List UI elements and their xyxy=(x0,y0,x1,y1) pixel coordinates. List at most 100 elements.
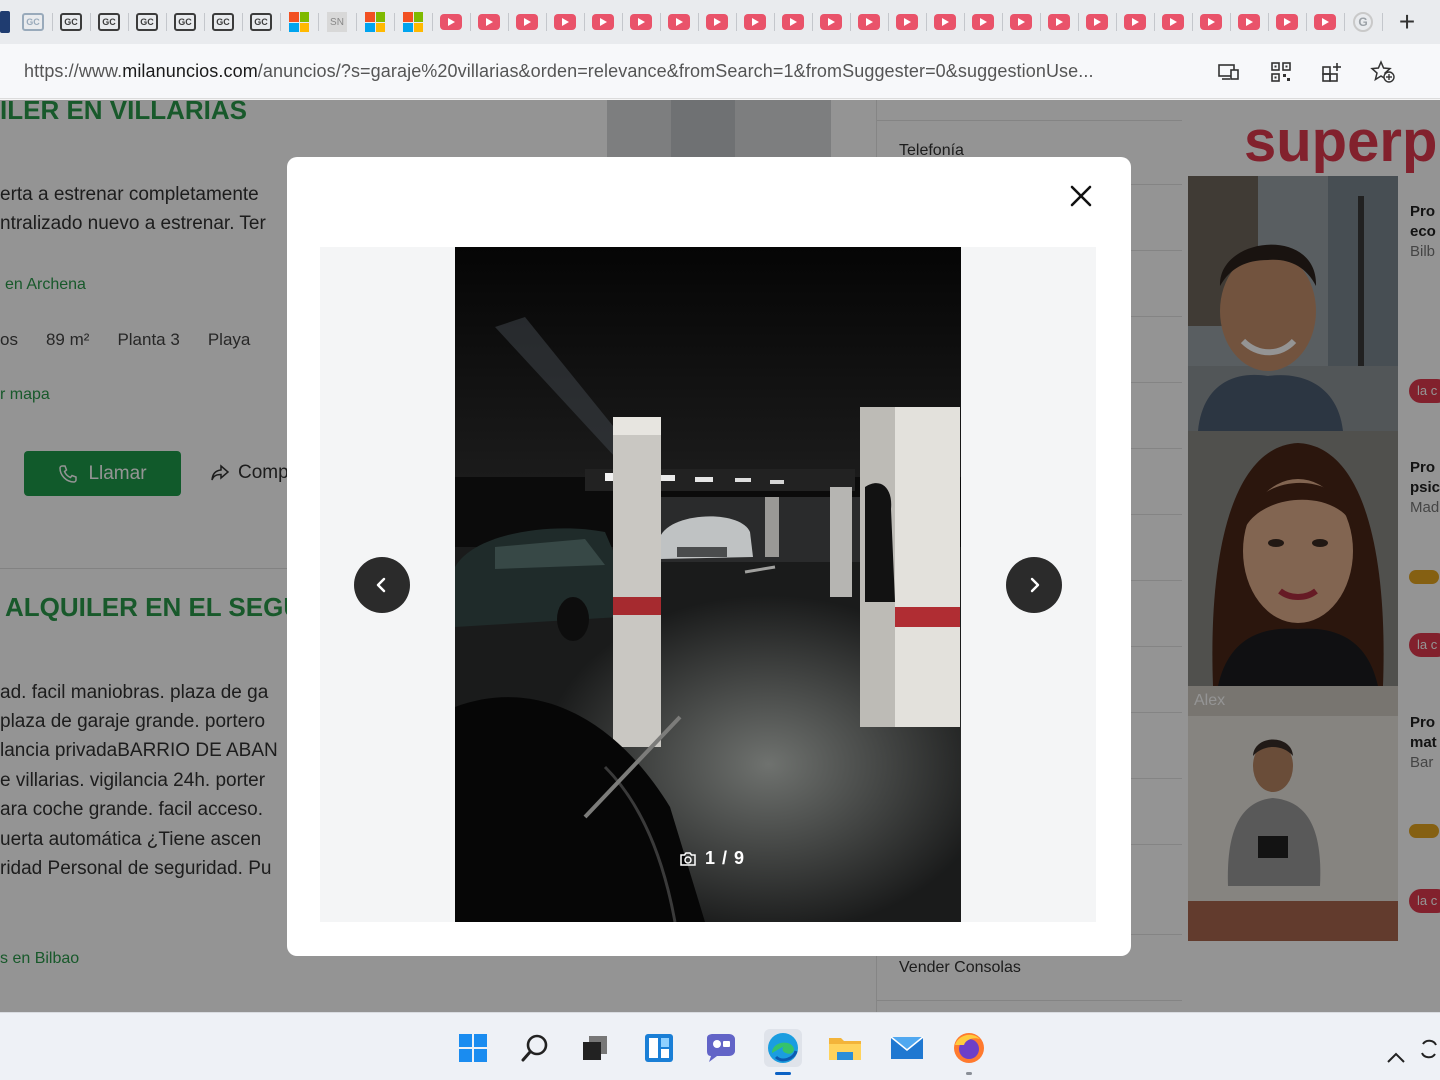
url-host: milanuncios.com xyxy=(122,61,258,81)
youtube-icon xyxy=(782,14,804,30)
browser-tab[interactable]: GC xyxy=(130,5,167,39)
youtube-icon xyxy=(820,14,842,30)
youtube-icon xyxy=(706,14,728,30)
browser-tab[interactable] xyxy=(0,5,10,39)
browser-tab[interactable] xyxy=(510,5,547,39)
edge-icon[interactable] xyxy=(764,1029,802,1075)
browser-tab[interactable] xyxy=(358,5,395,39)
browser-tab[interactable] xyxy=(1004,5,1041,39)
youtube-icon xyxy=(478,14,500,30)
browser-tab[interactable] xyxy=(890,5,927,39)
url-prefix: https://www. xyxy=(24,61,123,81)
browser-tab[interactable] xyxy=(472,5,509,39)
task-view-icon[interactable] xyxy=(576,1029,614,1067)
chevron-up-icon[interactable] xyxy=(1386,1047,1406,1070)
youtube-icon xyxy=(592,14,614,30)
qr-code-icon[interactable] xyxy=(1268,59,1294,85)
browser-address-bar: https://www.milanuncios.com/anuncios/?s=… xyxy=(0,44,1440,99)
gc-icon: GC xyxy=(136,13,158,31)
browser-tab[interactable] xyxy=(738,5,775,39)
browser-tab[interactable] xyxy=(1194,5,1231,39)
sn-icon: SN xyxy=(327,12,347,32)
google-icon: G xyxy=(1353,12,1373,32)
youtube-icon xyxy=(630,14,652,30)
browser-tab[interactable] xyxy=(434,5,471,39)
windows-start-icon[interactable] xyxy=(454,1029,492,1067)
youtube-icon xyxy=(516,14,538,30)
youtube-icon xyxy=(1238,14,1260,30)
browser-tab[interactable] xyxy=(1232,5,1269,39)
sync-icon[interactable] xyxy=(1418,1037,1440,1066)
gc-icon: GC xyxy=(98,13,120,31)
youtube-icon xyxy=(1276,14,1298,30)
browser-tab[interactable] xyxy=(1270,5,1307,39)
browser-tab[interactable]: GC xyxy=(168,5,205,39)
browser-tab[interactable]: GC xyxy=(16,5,53,39)
browser-tab[interactable] xyxy=(814,5,851,39)
browser-tab[interactable] xyxy=(966,5,1003,39)
new-tab-button[interactable]: + xyxy=(1390,5,1424,39)
youtube-icon xyxy=(554,14,576,30)
favorites-add-icon[interactable] xyxy=(1370,59,1396,85)
browser-tab[interactable]: GC xyxy=(92,5,129,39)
chat-icon[interactable] xyxy=(701,1029,739,1067)
gc-icon: GC xyxy=(60,13,82,31)
apps-add-icon[interactable] xyxy=(1319,59,1345,85)
browser-tab-strip: GC GC GC GC GC GC GC SN G + xyxy=(0,0,1440,44)
immersive-reader-icon[interactable] xyxy=(1216,59,1242,85)
firefox-icon[interactable] xyxy=(950,1029,988,1075)
browser-tab[interactable] xyxy=(1042,5,1079,39)
previous-photo-button[interactable] xyxy=(354,557,410,613)
generic-dark-icon xyxy=(0,11,10,33)
gc-icon: GC xyxy=(174,13,196,31)
browser-tab[interactable] xyxy=(586,5,623,39)
browser-tab[interactable] xyxy=(624,5,661,39)
close-button[interactable] xyxy=(1066,181,1096,211)
browser-tab[interactable]: G xyxy=(1346,5,1383,39)
chevron-left-icon xyxy=(376,577,386,593)
browser-tab[interactable] xyxy=(776,5,813,39)
youtube-icon xyxy=(858,14,880,30)
gc-icon: GC xyxy=(22,13,44,31)
browser-tab[interactable] xyxy=(548,5,585,39)
close-icon xyxy=(1070,185,1092,207)
youtube-icon xyxy=(1048,14,1070,30)
youtube-icon xyxy=(668,14,690,30)
file-explorer-icon[interactable] xyxy=(826,1029,864,1067)
browser-tab[interactable] xyxy=(282,5,319,39)
gallery-photo[interactable]: 1 / 9 xyxy=(455,247,961,922)
youtube-icon xyxy=(1314,14,1336,30)
gallery-viewport: 1 / 9 xyxy=(320,247,1096,922)
browser-tab[interactable]: GC xyxy=(206,5,243,39)
youtube-icon xyxy=(1200,14,1222,30)
next-photo-button[interactable] xyxy=(1006,557,1062,613)
running-app-indicator xyxy=(966,1072,972,1075)
windows-taskbar xyxy=(0,1012,1440,1080)
browser-tab[interactable] xyxy=(1080,5,1117,39)
browser-tab[interactable] xyxy=(1308,5,1345,39)
photo-gallery-modal: 1 / 9 xyxy=(287,157,1131,956)
browser-tab[interactable] xyxy=(1118,5,1155,39)
photo-counter-text: 1 / 9 xyxy=(705,848,746,868)
url-path: /anuncios/?s=garaje%20villarias&orden=re… xyxy=(257,61,1094,81)
widgets-icon[interactable] xyxy=(640,1029,678,1067)
youtube-icon xyxy=(934,14,956,30)
browser-tab[interactable]: GC xyxy=(244,5,281,39)
youtube-icon xyxy=(972,14,994,30)
youtube-icon xyxy=(440,14,462,30)
browser-tab[interactable]: GC xyxy=(54,5,91,39)
url-field[interactable]: https://www.milanuncios.com/anuncios/?s=… xyxy=(24,61,1094,82)
browser-tab[interactable] xyxy=(662,5,699,39)
browser-tab[interactable]: SN xyxy=(320,5,357,39)
gc-icon: GC xyxy=(250,13,272,31)
browser-tab[interactable] xyxy=(852,5,889,39)
browser-tab[interactable] xyxy=(396,5,433,39)
browser-tab[interactable] xyxy=(700,5,737,39)
gc-icon: GC xyxy=(212,13,234,31)
search-icon[interactable] xyxy=(516,1029,554,1067)
browser-tab[interactable] xyxy=(1156,5,1193,39)
mail-icon[interactable] xyxy=(888,1029,926,1067)
youtube-icon xyxy=(1086,14,1108,30)
browser-tab[interactable] xyxy=(928,5,965,39)
photo-counter: 1 / 9 xyxy=(679,848,745,869)
